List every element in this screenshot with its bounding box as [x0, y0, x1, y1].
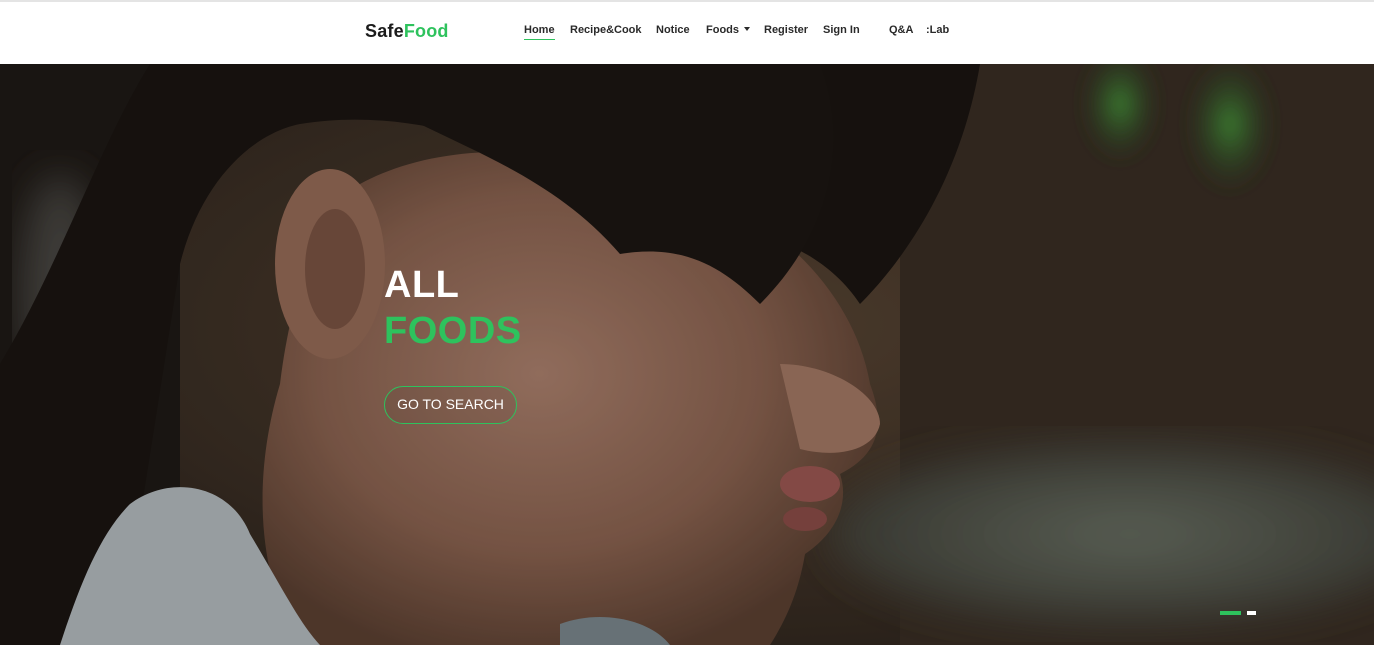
- nav-home[interactable]: Home: [524, 24, 555, 40]
- nav-foods-label: Foods: [706, 24, 739, 36]
- carousel-indicator-2[interactable]: [1247, 611, 1256, 615]
- nav-sign-in[interactable]: Sign In: [823, 24, 860, 44]
- logo[interactable]: SafeFood: [365, 21, 449, 42]
- logo-text-part1: Safe: [365, 21, 404, 41]
- nav-qna[interactable]: Q&A: [889, 24, 913, 44]
- caret-down-icon: [744, 27, 750, 32]
- hero-banner: ALL FOODS GO TO SEARCH: [0, 64, 1374, 645]
- go-to-search-button[interactable]: GO TO SEARCH: [384, 386, 517, 424]
- logo-text-part2: Food: [403, 21, 449, 41]
- hero-title-line1: ALL: [384, 264, 460, 306]
- nav-recipe-cook[interactable]: Recipe&Cook: [570, 24, 642, 44]
- nav-notice[interactable]: Notice: [656, 24, 690, 44]
- carousel-indicator-1[interactable]: [1220, 611, 1241, 615]
- navbar: SafeFood Home Recipe&Cook Notice Foods R…: [0, 2, 1374, 64]
- nav-register[interactable]: Register: [764, 24, 808, 44]
- nav-foods-dropdown[interactable]: Foods: [706, 24, 750, 44]
- hero-dark-overlay: [0, 64, 1374, 645]
- hero-title-line2: FOODS: [384, 310, 522, 352]
- nav-lab[interactable]: :Lab: [926, 24, 949, 44]
